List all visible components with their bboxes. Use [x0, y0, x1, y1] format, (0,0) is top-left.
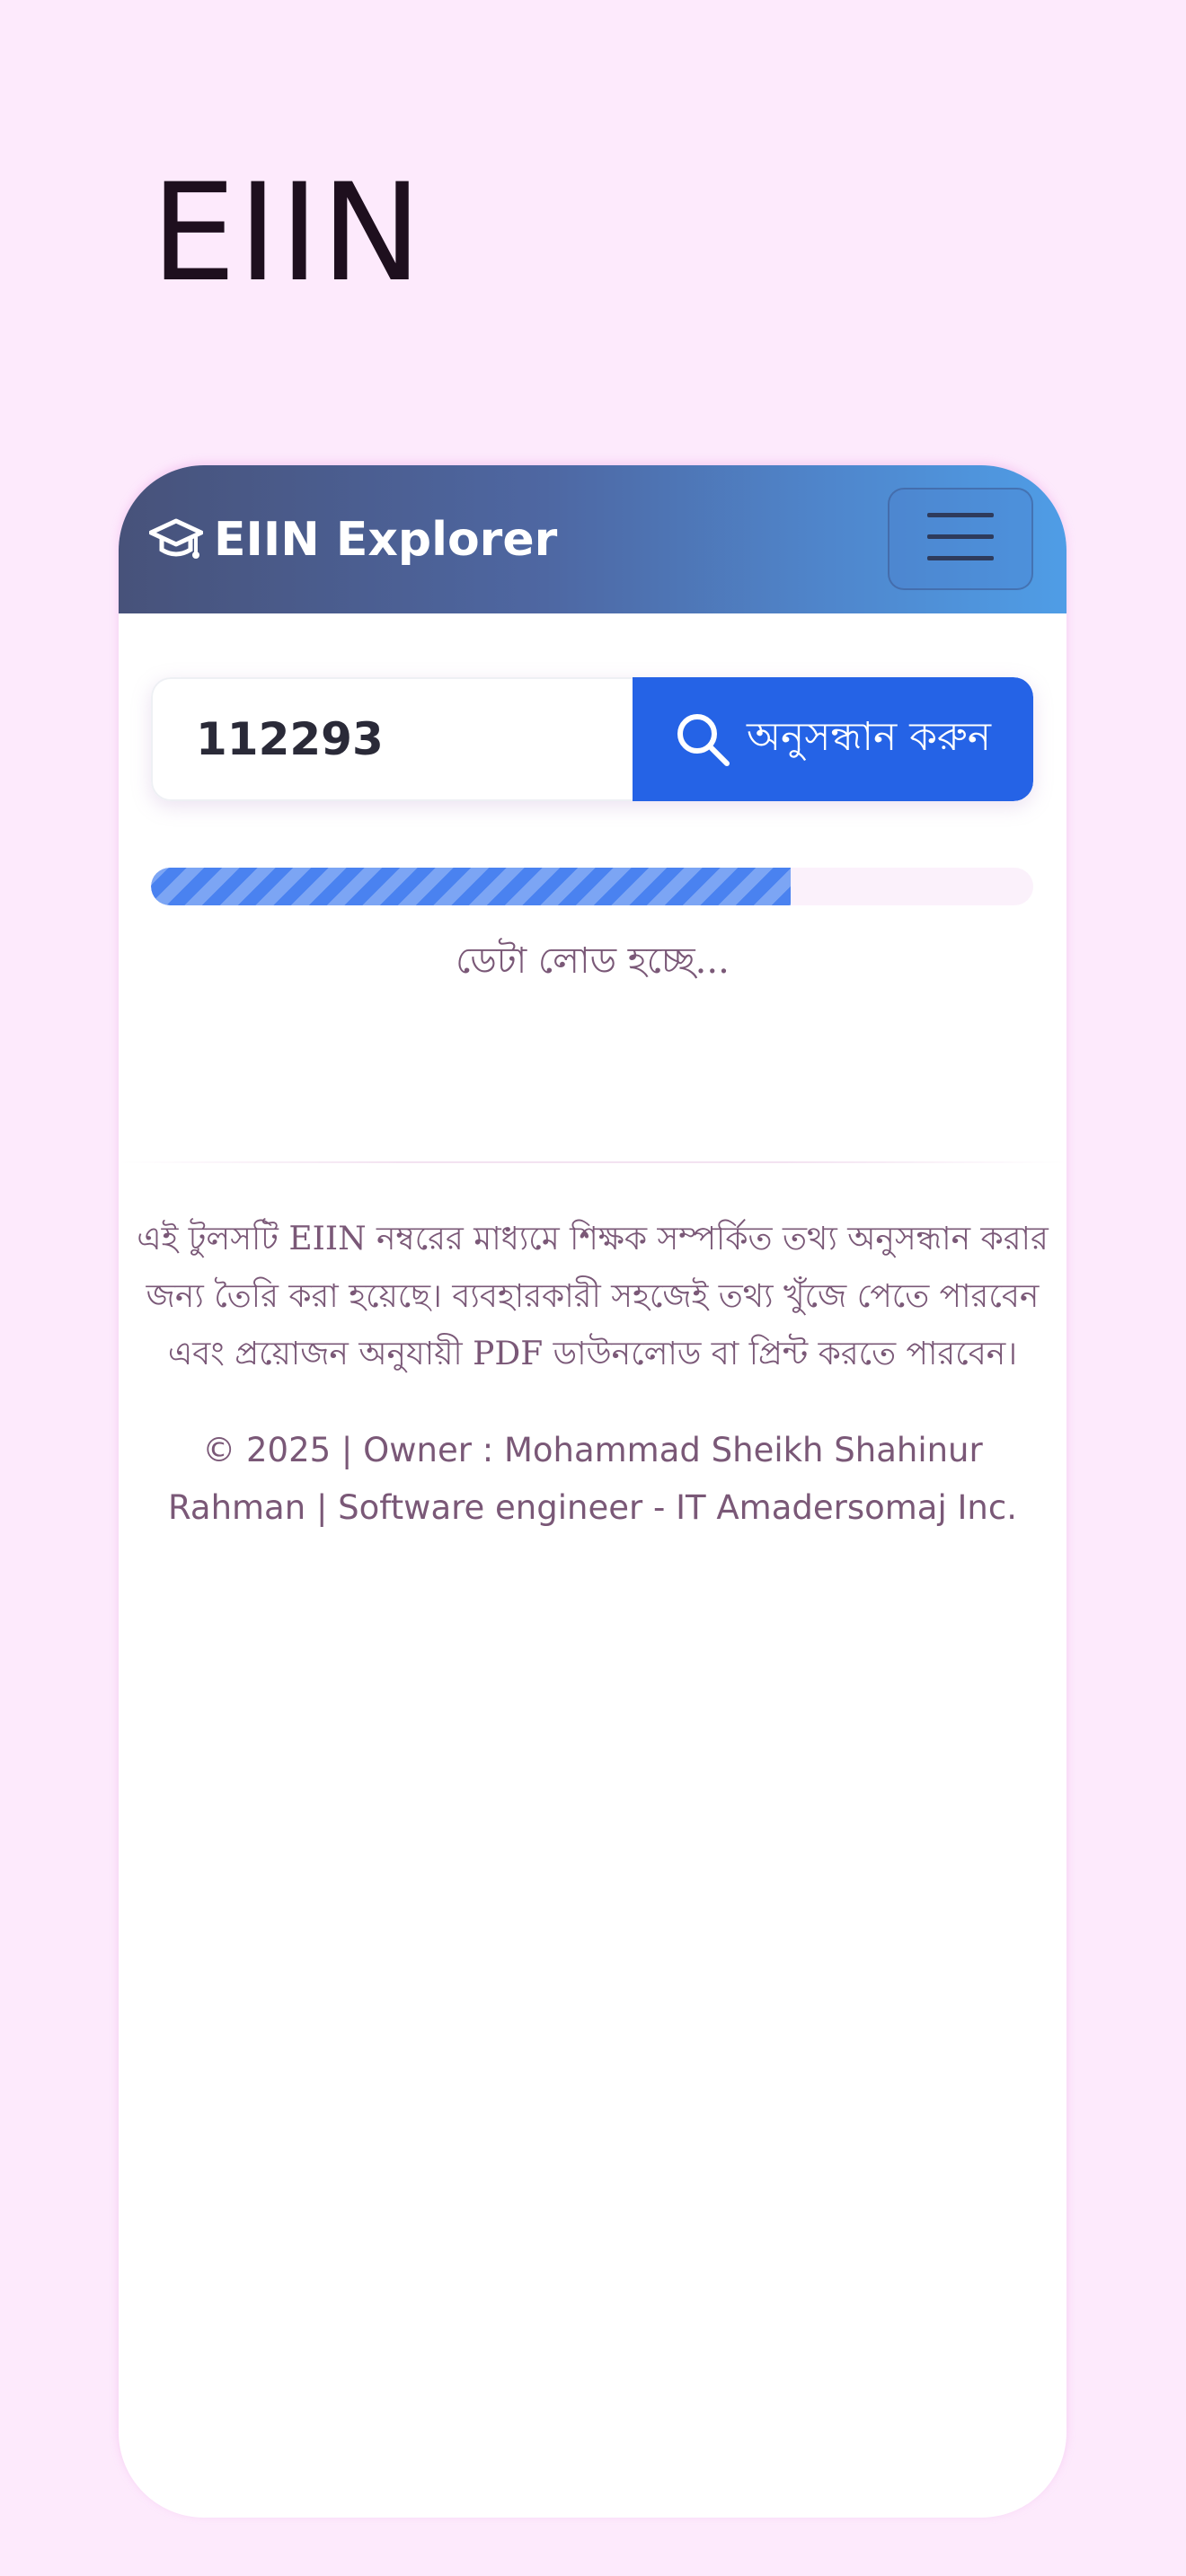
progress-bar: [151, 868, 1033, 905]
loading-status: ডেটা লোড হচ্ছে...: [456, 940, 730, 982]
menu-toggle-button[interactable]: [888, 488, 1033, 590]
search-button[interactable]: অনুসন্ধান করুন: [633, 677, 1033, 801]
graduation-cap-icon: [147, 511, 205, 569]
navbar: EIIN Explorer: [119, 465, 1067, 613]
search-form: অনুসন্ধান করুন: [151, 677, 1033, 801]
copyright-text: © 2025 | Owner : Mohammad Sheikh Shahinu…: [168, 1431, 1017, 1527]
hamburger-menu-icon: [927, 511, 994, 567]
tool-description: এই টুলসটি EIIN নম্বরের মাধ্যমে শিক্ষক সম…: [137, 1221, 1049, 1372]
eiin-search-input[interactable]: [151, 677, 633, 801]
footer-divider: [119, 1161, 1067, 1163]
search-button-label: অনুসন্ধান করুন: [746, 713, 992, 760]
app-title: EIIN: [151, 155, 424, 312]
navbar-brand[interactable]: EIIN Explorer: [147, 465, 557, 613]
webview-card: EIIN Explorer অনুসন্ধান করুন: [119, 465, 1067, 2518]
brand-text: EIIN Explorer: [214, 512, 558, 567]
progress-bar-fill: [151, 868, 791, 905]
search-icon: [675, 711, 730, 767]
